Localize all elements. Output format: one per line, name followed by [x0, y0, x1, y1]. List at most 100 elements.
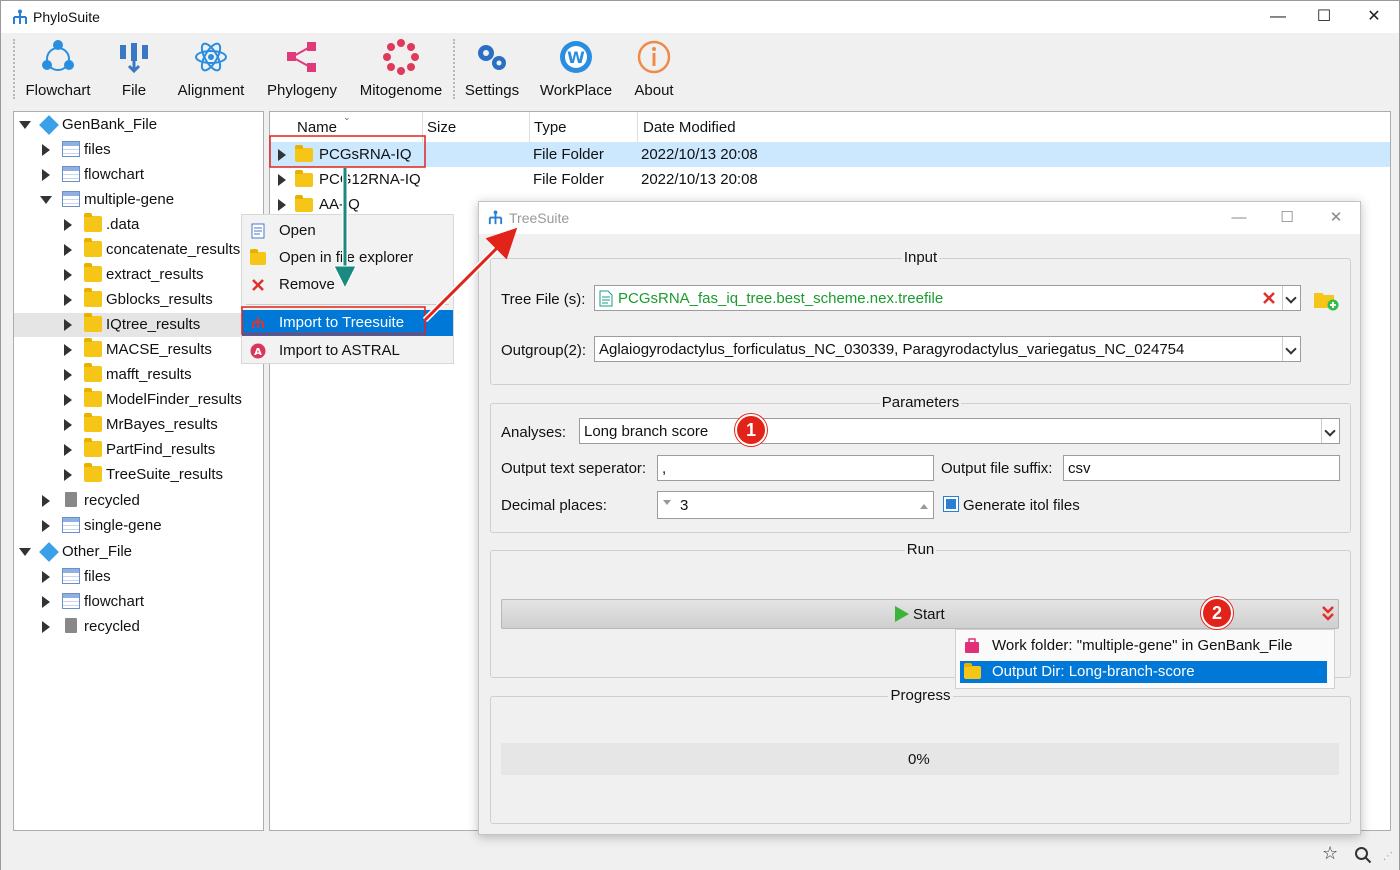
chevron-down-icon[interactable] [1282, 337, 1300, 361]
tree-item-files[interactable]: files [14, 138, 263, 162]
tree-item-mrbayes-results[interactable]: MrBayes_results [14, 413, 263, 437]
folder-icon [84, 313, 102, 332]
toolbar-alignment-button[interactable]: Alignment [173, 33, 249, 105]
minimize-button[interactable]: — [1255, 4, 1301, 30]
double-chevron-down-icon[interactable] [1321, 605, 1335, 623]
menu-item-import-to-treesuite[interactable]: Import to Treesuite [242, 310, 453, 336]
tree-item-other-files[interactable]: files [14, 565, 263, 589]
dialog-minimize-button[interactable]: — [1219, 206, 1259, 230]
folder-icon [84, 213, 102, 232]
folder-icon [84, 413, 102, 432]
decimal-places-spinbox[interactable]: 3 [657, 491, 934, 519]
tree-item-concatenate-results[interactable]: concatenate_results [14, 238, 263, 262]
tree-file-combo[interactable]: PCGsRNA_fas_iq_tree.best_scheme.nex.tree… [594, 285, 1301, 311]
treesuite-icon [252, 317, 264, 328]
tree-item-iqtree-results[interactable]: IQtree_results [14, 313, 263, 337]
app-logo-icon [13, 9, 27, 24]
tree-item-modelfinder-results[interactable]: ModelFinder_results [14, 388, 263, 412]
menu-item-import-to-astral[interactable]: A Import to ASTRAL [242, 338, 453, 364]
menu-item-work-folder[interactable]: Work folder: "multiple-gene" in GenBank_… [960, 633, 1328, 659]
itol-checkbox[interactable] [943, 496, 959, 512]
document-icon [599, 290, 613, 307]
progress-bar: 0% [501, 743, 1339, 775]
mitogenome-icon [383, 39, 419, 75]
toolbar-settings-button[interactable]: Settings [459, 33, 525, 105]
tree-item-mafft-results[interactable]: mafft_results [14, 363, 263, 387]
close-button[interactable]: ✕ [1351, 4, 1397, 30]
progress-group: Progress 0% [490, 687, 1351, 824]
tree-item-single-gene[interactable]: single-gene [14, 514, 263, 538]
tree-item-other-file[interactable]: Other_File [14, 540, 263, 564]
dialog-close-button[interactable]: ✕ [1316, 206, 1356, 230]
toolbar-flowchart-button[interactable]: Flowchart [21, 33, 95, 105]
star-icon[interactable]: ☆ [1322, 843, 1338, 864]
context-menu: Open Open in file explorer Remove Import… [241, 214, 454, 364]
toolbar-mitogenome-button[interactable]: Mitogenome [353, 33, 449, 105]
file-icon [120, 43, 148, 74]
open-icon [251, 223, 265, 239]
spin-up-icon[interactable] [920, 504, 928, 509]
tree-item-genbank-file[interactable]: GenBank_File [14, 113, 263, 137]
analyses-combo[interactable]: Long branch score [579, 418, 1340, 444]
menu-item-open[interactable]: Open [242, 218, 453, 244]
phylogeny-icon [287, 42, 316, 72]
table-icon [62, 517, 80, 533]
menu-item-open-in-file-explorer[interactable]: Open in file explorer [242, 245, 453, 271]
maximize-button[interactable]: ☐ [1301, 4, 1347, 30]
tree-item-partfind-results[interactable]: PartFind_results [14, 438, 263, 462]
checkbox-checked-mark [946, 499, 956, 509]
about-icon [637, 40, 671, 74]
table-icon [62, 166, 80, 182]
tree-item-gblocks-results[interactable]: Gblocks_results [14, 288, 263, 312]
chevron-down-icon[interactable] [1282, 286, 1300, 310]
toolbar-handle[interactable] [13, 39, 15, 99]
menu-item-remove[interactable]: Remove [242, 272, 453, 298]
folder-icon [295, 145, 313, 162]
folder-icon [84, 463, 102, 482]
toolbar-file-button[interactable]: File [101, 33, 167, 105]
toolbar-workplace-button[interactable]: W WorkPlace [535, 33, 617, 105]
trash-icon [65, 618, 77, 633]
separator-input[interactable]: , [657, 455, 934, 481]
table-icon [62, 568, 80, 584]
toolbar-about-button[interactable]: About [623, 33, 685, 105]
step-badge-2: 2 [1201, 597, 1233, 629]
tree-item-data[interactable]: .data [14, 213, 263, 237]
spin-down-icon[interactable] [663, 500, 671, 505]
step-badge-1: 1 [735, 414, 767, 446]
chevron-down-icon[interactable] [1321, 419, 1339, 443]
tree-item-other-flowchart[interactable]: flowchart [14, 590, 263, 614]
toolbar-phylogeny-button[interactable]: Phylogeny [263, 33, 341, 105]
tree-item-extract-results[interactable]: extract_results [14, 263, 263, 287]
column-date-modified[interactable]: Date Modified [643, 119, 736, 136]
add-folder-icon[interactable] [1313, 289, 1339, 311]
file-row-pcgsrna-iq[interactable]: PCGsRNA-IQ File Folder 2022/10/13 20:08 [270, 142, 1390, 167]
folder-icon [84, 263, 102, 282]
tree-item-multiple-gene[interactable]: multiple-gene [14, 188, 263, 212]
parameters-group: Parameters Analyses: Long branch score O… [490, 394, 1351, 533]
outgroup-combo[interactable]: Aglaiogyrodactylus_forficulatus_NC_03033… [594, 336, 1301, 362]
column-size[interactable]: Size [427, 119, 456, 136]
column-name[interactable]: Name [297, 119, 337, 136]
dialog-title: TreeSuite [509, 210, 570, 226]
sort-indicator-icon: ⌄ [343, 112, 351, 122]
file-row-pcg12rna-iq[interactable]: PCG12RNA-IQ File Folder 2022/10/13 20:08 [270, 167, 1390, 192]
clear-icon[interactable] [1262, 291, 1276, 305]
dialog-maximize-button[interactable]: ☐ [1267, 206, 1307, 230]
search-icon[interactable] [1354, 846, 1372, 864]
suffix-input[interactable]: csv [1063, 455, 1340, 481]
genbank-file-icon [39, 115, 59, 135]
table-icon [62, 191, 80, 207]
tree-item-recycled[interactable]: recycled [14, 489, 263, 513]
column-type[interactable]: Type [534, 119, 567, 136]
file-list-header: Name ⌄ Size Type Date Modified [270, 112, 1390, 142]
tree-item-macse-results[interactable]: MACSE_results [14, 338, 263, 362]
menu-item-output-dir[interactable]: Output Dir: Long-branch-score [960, 661, 1327, 683]
trash-icon [65, 492, 77, 507]
tree-item-flowchart[interactable]: flowchart [14, 163, 263, 187]
tree-item-other-recycled[interactable]: recycled [14, 615, 263, 639]
other-file-icon [39, 542, 59, 562]
input-group: Input Tree File (s): PCGsRNA_fas_iq_tree… [490, 249, 1351, 385]
tree-item-treesuite-results[interactable]: TreeSuite_results [14, 463, 263, 487]
resize-grip-icon[interactable]: ⋰ [1383, 851, 1393, 862]
